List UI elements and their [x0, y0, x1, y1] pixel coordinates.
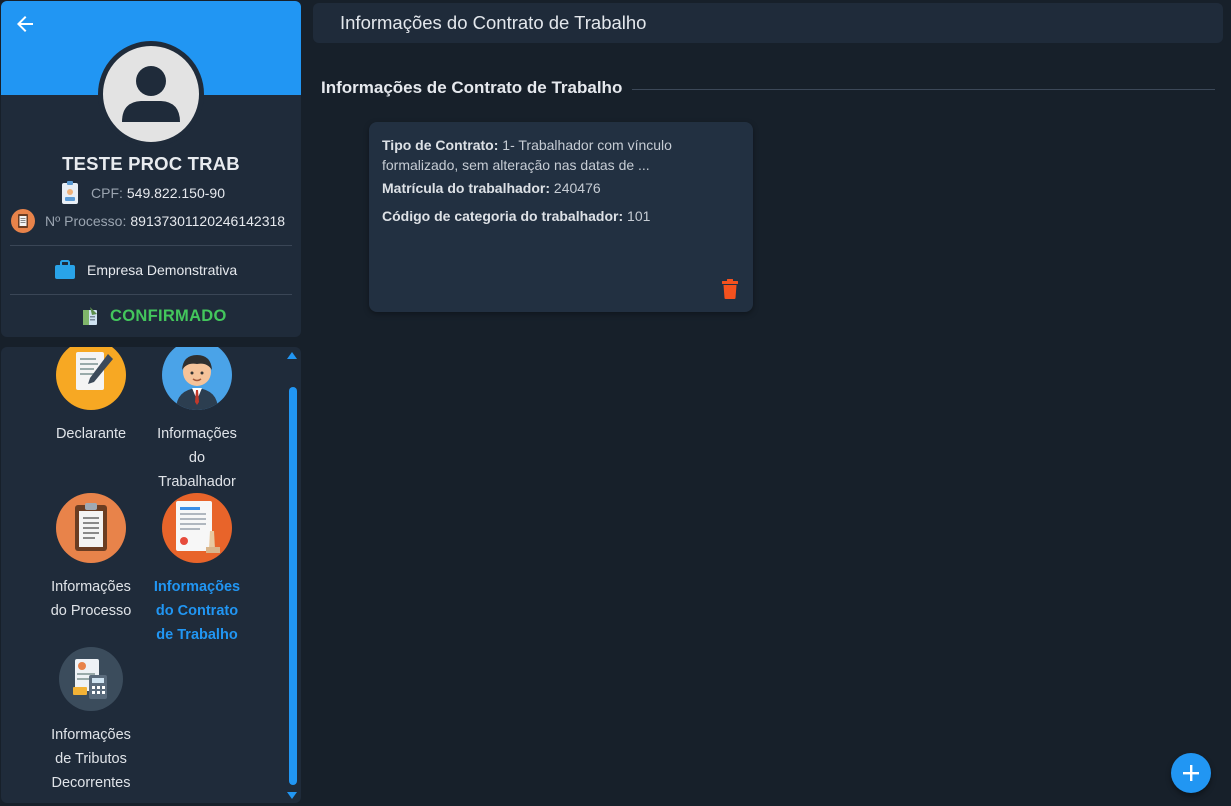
- add-button[interactable]: [1171, 753, 1211, 793]
- cpf-label: CPF:: [91, 185, 123, 201]
- divider: [10, 245, 292, 246]
- process-value: 89137301120246142318: [130, 213, 286, 229]
- briefcase-icon: [55, 260, 75, 279]
- divider: [10, 294, 292, 295]
- section-nav-panel: Declarante Informações do Trabalhador In…: [1, 347, 301, 803]
- company-row: Empresa Demonstrativa: [54, 260, 237, 280]
- contract-card[interactable]: Tipo de Contrato: 1- Trabalhador com vín…: [369, 122, 753, 312]
- contract-document-icon: [162, 493, 232, 563]
- profile-name: TESTE PROC TRAB: [62, 153, 240, 174]
- nav-label: Informações do Trabalhador: [157, 426, 237, 490]
- page-title: Informações do Contrato de Trabalho: [340, 12, 647, 33]
- process-label: Nº Processo:: [45, 213, 127, 229]
- registration-value: 240476: [553, 180, 601, 196]
- avatar: [98, 41, 204, 147]
- scrollbar-thumb[interactable]: [289, 387, 297, 785]
- nav-item-worker-info[interactable]: Informações do Trabalhador: [147, 347, 247, 494]
- section-divider: [632, 89, 1215, 90]
- worker-icon: [162, 347, 232, 410]
- nav-item-contract-info[interactable]: Informações do Contrato de Trabalho: [147, 493, 247, 647]
- header-bar: Informações do Contrato de Trabalho: [313, 3, 1223, 43]
- cpf-row: CPF: 549.822.150-90: [60, 181, 225, 205]
- nav-item-declarante[interactable]: Declarante: [41, 347, 141, 446]
- scroll-down-arrow-icon[interactable]: [287, 792, 297, 799]
- plus-icon: [1183, 765, 1199, 781]
- category-value: 101: [627, 208, 651, 224]
- profile-card: TESTE PROC TRAB CPF: 549.822.150-90 Nº P…: [1, 1, 301, 337]
- process-document-icon: [11, 209, 35, 233]
- id-badge-icon: [62, 181, 78, 204]
- status-badge: CONFIRMADO: [110, 306, 227, 325]
- category-label: Código de categoria do trabalhador:: [382, 208, 624, 224]
- contract-type-line: Tipo de Contrato: 1- Trabalhador com vín…: [382, 135, 682, 175]
- nav-label: Informações do Processo: [50, 579, 132, 619]
- registration-line: Matrícula do trabalhador: 240476: [382, 178, 601, 198]
- process-row: Nº Processo: 89137301120246142318: [11, 209, 285, 233]
- declarant-icon: [56, 347, 126, 410]
- status-row: CONFIRMADO: [80, 306, 227, 326]
- registration-label: Matrícula do trabalhador:: [382, 180, 551, 196]
- section-title: Informações de Contrato de Trabalho: [321, 78, 623, 97]
- trash-icon[interactable]: [721, 279, 739, 299]
- scrollbar[interactable]: [286, 347, 298, 803]
- company-name: Empresa Demonstrativa: [87, 262, 238, 278]
- nav-label: Informações de Tributos Decorrentes: [51, 727, 131, 791]
- nav-item-process-info[interactable]: Informações do Processo: [41, 493, 141, 623]
- contract-type-label: Tipo de Contrato:: [382, 137, 499, 153]
- category-line: Código de categoria do trabalhador: 101: [382, 206, 650, 226]
- cpf-value: 549.822.150-90: [126, 185, 225, 201]
- person-icon: [122, 66, 180, 122]
- back-arrow-icon[interactable]: [13, 12, 37, 36]
- nav-label: Declarante: [55, 426, 127, 442]
- nav-label: Informações do Contrato de Trabalho: [153, 579, 241, 643]
- scroll-up-arrow-icon[interactable]: [287, 352, 297, 359]
- process-clipboard-icon: [56, 493, 126, 563]
- confirmed-document-icon: [83, 307, 97, 325]
- tax-calculator-icon: [59, 647, 123, 711]
- nav-item-tax-info[interactable]: Informações de Tributos Decorrentes: [41, 647, 141, 795]
